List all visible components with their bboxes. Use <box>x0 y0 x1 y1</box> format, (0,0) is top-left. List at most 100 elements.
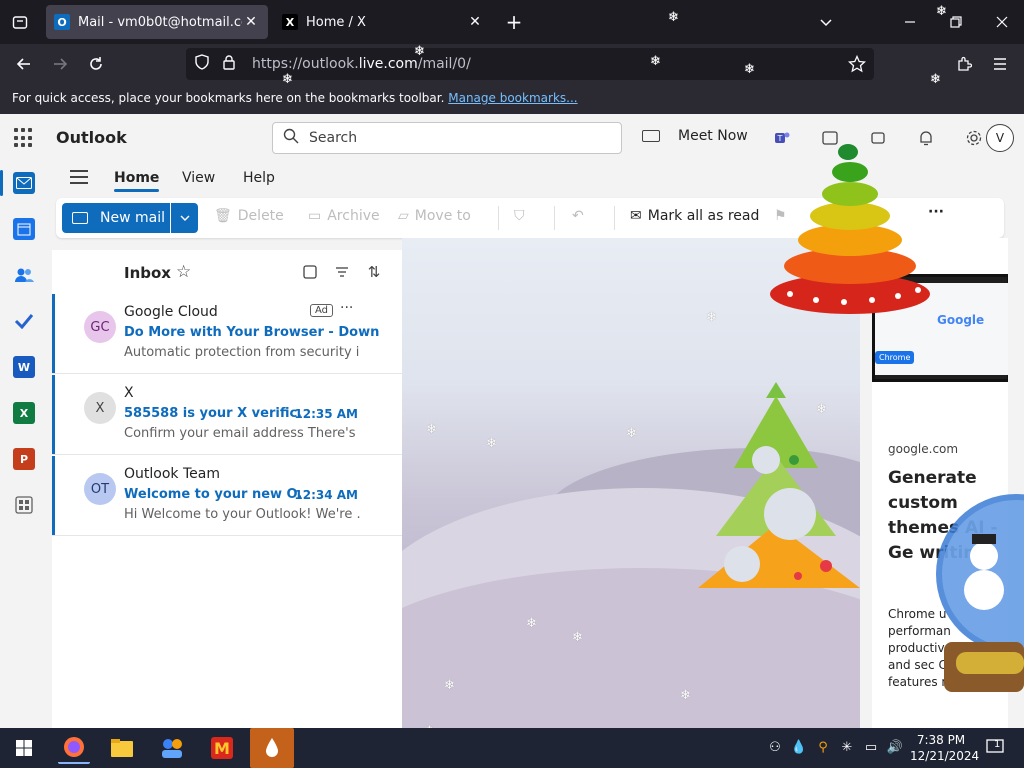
system-clock[interactable]: 7:38 PM 12/21/2024 <box>910 732 979 764</box>
sort-arrows-icon[interactable]: ⇅ <box>364 262 384 282</box>
message-more-button[interactable]: ··· <box>340 300 353 316</box>
search-input[interactable]: Search <box>272 122 622 154</box>
new-mail-dropdown-chevron-icon[interactable] <box>171 203 198 233</box>
tab-outlook-mail[interactable]: O Mail - vm0b0t@hotmail.com - ✕ <box>46 5 268 39</box>
forward-arrow-icon[interactable] <box>48 52 72 76</box>
search-tray-icon[interactable]: ⚲ <box>814 738 832 756</box>
bookmark-star-icon[interactable] <box>847 54 867 77</box>
volume-speaker-icon[interactable]: 🔊 <box>886 738 904 756</box>
envelope-icon <box>72 212 88 224</box>
reload-icon[interactable] <box>84 52 108 76</box>
clock-time: 7:38 PM <box>916 733 966 747</box>
ad-domain[interactable]: google.com <box>888 442 958 456</box>
back-arrow-icon[interactable] <box>12 52 36 76</box>
windows-start-icon[interactable] <box>8 732 40 764</box>
ribbon-divider <box>498 206 499 230</box>
open-envelope-icon: ✉ <box>630 208 642 224</box>
ad-badge: Ad <box>310 304 334 317</box>
app-rail: W X P <box>0 162 48 728</box>
outlook-brand-title[interactable]: Outlook <box>56 128 127 147</box>
manage-bookmarks-link[interactable]: Manage bookmarks... <box>448 91 577 105</box>
excel-icon[interactable]: X <box>13 402 35 424</box>
hamburger-menu-icon[interactable] <box>988 52 1012 76</box>
tracking-shield-icon[interactable] <box>194 54 210 74</box>
message-item[interactable]: X X 585588 is your X verific... 12:35 AM… <box>52 375 402 455</box>
settings-gear-icon[interactable] <box>964 128 984 148</box>
tab-x-home[interactable]: X Home / X ✕ <box>274 5 492 39</box>
message-time: 12:35 AM <box>294 407 358 421</box>
mcdonalds-taskbar-icon[interactable]: M <box>206 732 238 764</box>
snowflake-decoration: ❄ <box>668 10 679 25</box>
calendar-icon[interactable] <box>13 218 35 240</box>
url-text[interactable]: https://outlook.live.com/mail/0/ <box>252 56 471 72</box>
new-mail-button[interactable]: New mail <box>62 203 170 233</box>
tab-list-icon[interactable] <box>8 10 32 34</box>
archive-button[interactable]: ▭ Archive <box>308 208 380 224</box>
mark-all-read-label: Mark all as read <box>647 208 760 224</box>
people-taskbar-icon[interactable] <box>156 732 188 764</box>
close-tab-icon[interactable]: ✕ <box>466 14 484 30</box>
search-placeholder: Search <box>309 130 358 146</box>
select-checkbox-icon[interactable] <box>300 262 320 282</box>
more-apps-icon[interactable] <box>13 494 35 516</box>
favorite-star-icon[interactable]: ☆ <box>176 262 191 282</box>
people-tray-icon[interactable]: ⚇ <box>766 738 784 756</box>
mark-all-as-read-button[interactable]: ✉ Mark all as read <box>630 208 759 224</box>
word-icon[interactable]: W <box>13 356 35 378</box>
brightness-tray-icon[interactable]: ✳ <box>838 738 856 756</box>
filter-icon[interactable] <box>332 262 352 282</box>
powerpoint-icon[interactable]: P <box>13 448 35 470</box>
tab-title: Mail - vm0b0t@hotmail.com - <box>78 14 242 30</box>
meet-now-label: Meet Now <box>678 128 748 144</box>
droplet-app-taskbar-icon[interactable] <box>250 728 294 768</box>
minimize-icon[interactable] <box>898 10 922 34</box>
svg-text:M: M <box>214 739 230 758</box>
report-shield-icon[interactable]: ⛉ <box>514 208 525 224</box>
extensions-puzzle-icon[interactable] <box>952 52 976 76</box>
firefox-taskbar-icon[interactable] <box>58 732 90 764</box>
sender-name: Outlook Team <box>124 466 220 482</box>
message-subject: 585588 is your X verific... <box>124 406 302 421</box>
new-tab-button[interactable]: + <box>502 10 526 34</box>
sender-name: X <box>124 385 134 401</box>
ribbon-divider <box>614 206 615 230</box>
tab-help[interactable]: Help <box>243 170 275 186</box>
people-icon[interactable] <box>13 264 35 286</box>
app-launcher-waffle-icon[interactable] <box>14 128 34 148</box>
close-window-icon[interactable] <box>990 10 1014 34</box>
snowflake-decoration: ❄ <box>816 402 827 417</box>
chrome-tag: Chrome <box>875 351 915 364</box>
tab-title: Home / X <box>306 14 366 30</box>
url-path: /mail/0/ <box>417 56 471 72</box>
sender-avatar: OT <box>84 473 116 505</box>
list-all-tabs-chevron-icon[interactable] <box>814 10 838 34</box>
message-item[interactable]: OT Outlook Team Welcome to your new O...… <box>52 456 402 536</box>
active-app-indicator <box>0 170 3 196</box>
mail-icon[interactable] <box>13 172 35 194</box>
file-explorer-taskbar-icon[interactable] <box>106 732 138 764</box>
snowflake-decoration: ❄ <box>680 688 691 703</box>
account-avatar[interactable]: V <box>986 124 1014 152</box>
restore-icon[interactable] <box>944 10 968 34</box>
close-tab-icon[interactable]: ✕ <box>242 14 260 30</box>
navigation-pane-toggle-icon[interactable] <box>70 170 88 184</box>
droplet-tray-icon[interactable]: 💧 <box>790 738 808 756</box>
spiral-christmas-tree-decoration <box>770 144 930 314</box>
message-subject: Welcome to your new O... <box>124 487 302 502</box>
delete-button[interactable]: 🗑 Delete <box>214 208 284 224</box>
outlook-favicon-icon: O <box>54 14 70 30</box>
archive-label: Archive <box>327 208 380 224</box>
lock-icon[interactable] <box>222 54 236 74</box>
sender-avatar: X <box>84 392 116 424</box>
network-tray-icon[interactable]: ▭ <box>862 738 880 756</box>
triangle-christmas-tree-decoration <box>698 382 860 588</box>
message-item[interactable]: GC Google Cloud Ad ··· Do More with Your… <box>52 294 402 374</box>
todo-check-icon[interactable] <box>13 310 35 332</box>
meet-now-button[interactable]: Meet Now <box>642 128 748 144</box>
tab-home[interactable]: Home <box>114 170 160 192</box>
reply-arrow-icon[interactable]: ↶ <box>572 208 584 224</box>
browser-tab-bar: O Mail - vm0b0t@hotmail.com - ✕ X Home /… <box>0 0 1024 44</box>
tab-view[interactable]: View <box>182 170 215 186</box>
move-to-button[interactable]: ▱ Move to <box>398 208 471 224</box>
url-prefix: https://outlook. <box>252 56 359 72</box>
